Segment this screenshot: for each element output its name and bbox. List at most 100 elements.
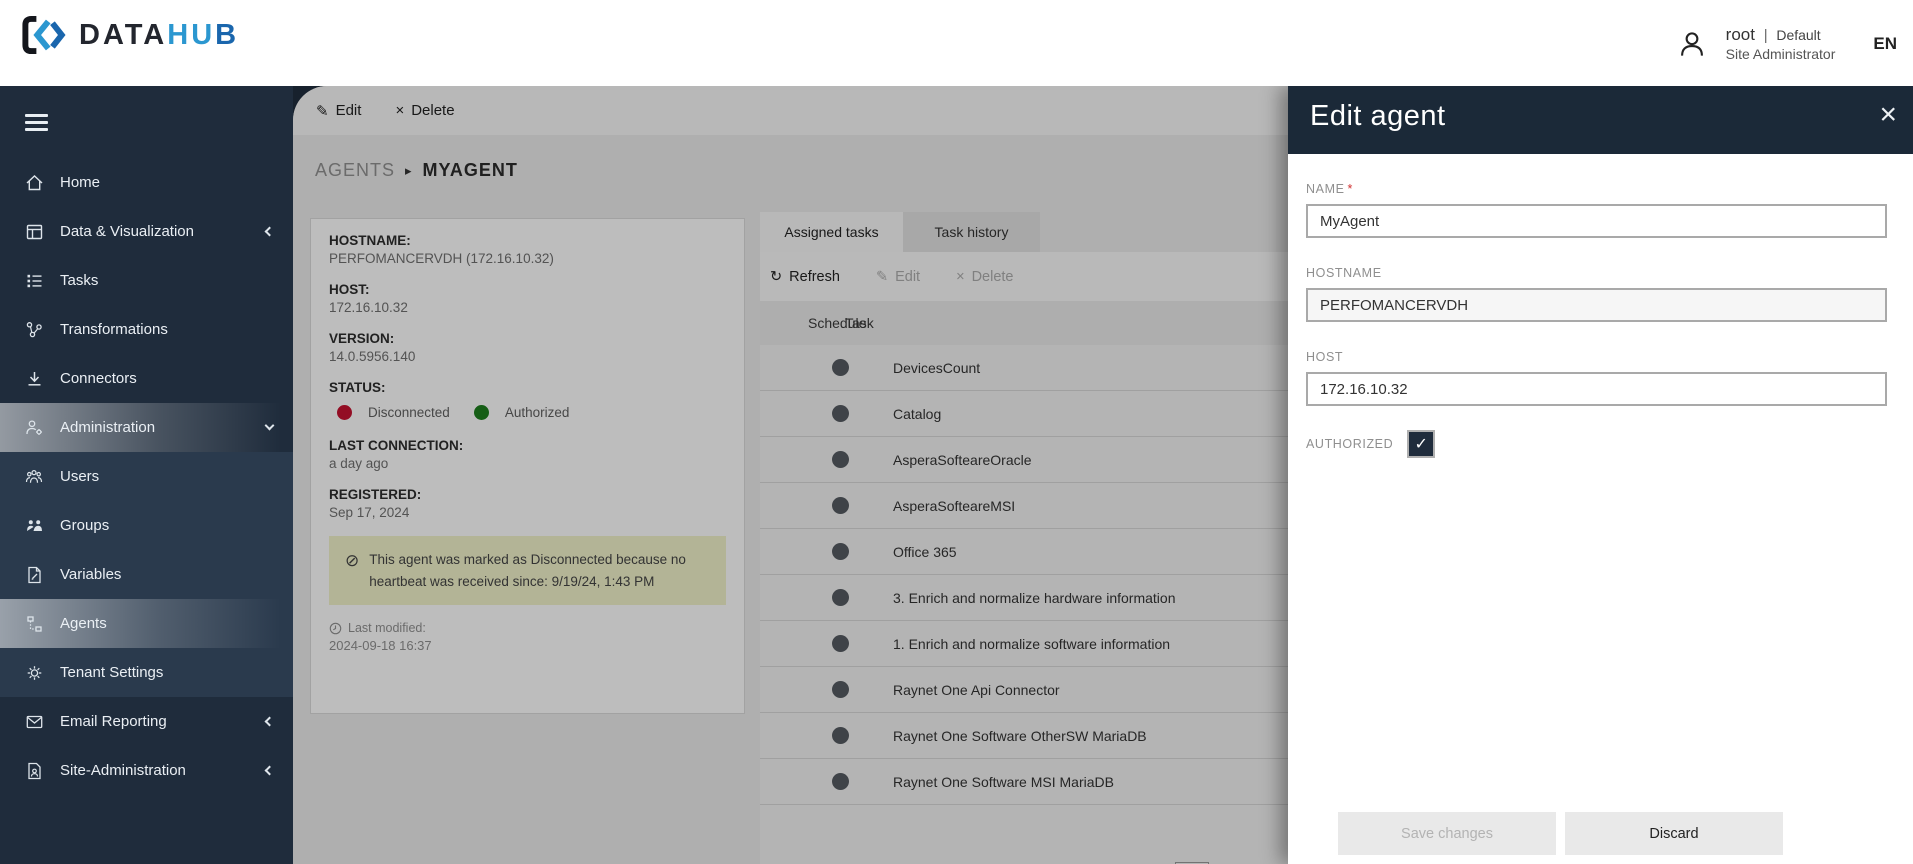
table-row[interactable]: Raynet One Api Connector xyxy=(760,667,1288,713)
sidebar-item-home[interactable]: Home xyxy=(0,158,293,207)
status-disconnected-dot xyxy=(337,405,352,420)
sidebar-item-administration[interactable]: Administration xyxy=(0,403,293,452)
discard-button[interactable]: Discard xyxy=(1565,812,1783,855)
sidebar-item-variables[interactable]: Variables xyxy=(0,550,293,599)
edit-agent-form: NAME* HOSTNAME HOST AUTHORIZED ✓ xyxy=(1288,154,1913,458)
dashboard-icon xyxy=(26,224,43,239)
edit-task-button[interactable]: ✎ Edit xyxy=(876,269,920,285)
schedule-dot-icon xyxy=(832,405,849,422)
checkmark-icon: ✓ xyxy=(1414,436,1428,453)
registered-label: REGISTERED: xyxy=(329,487,422,502)
breadcrumb: AGENTS ▸ MYAGENT xyxy=(315,160,518,181)
last-connection-value: a day ago xyxy=(329,456,389,471)
save-changes-button[interactable]: Save changes xyxy=(1338,812,1556,855)
delete-agent-button[interactable]: × Delete xyxy=(395,102,454,119)
menu-toggle-button[interactable] xyxy=(0,86,293,158)
warning-slash-icon: ⊘ xyxy=(345,551,360,570)
tab-assigned-tasks[interactable]: Assigned tasks xyxy=(760,212,903,252)
disconnected-warning: ⊘ This agent was marked as Disconnected … xyxy=(329,536,726,606)
authorized-checkbox[interactable]: ✓ xyxy=(1407,430,1436,458)
user-box[interactable]: root | Default Site Administrator EN xyxy=(1678,24,1897,63)
edit-agent-panel-header: Edit agent × xyxy=(1288,86,1913,154)
tab-task-history[interactable]: Task history xyxy=(903,212,1040,252)
required-asterisk: * xyxy=(1347,182,1353,196)
sidebar-item-email-reporting[interactable]: Email Reporting xyxy=(0,697,293,746)
table-row[interactable]: AsperaSofteareMSI xyxy=(760,483,1288,529)
table-row[interactable]: 3. Enrich and normalize hardware informa… xyxy=(760,575,1288,621)
status-label: STATUS: xyxy=(329,380,386,395)
user-avatar-icon xyxy=(1680,31,1703,56)
last-modified-value: 2024-09-18 16:37 xyxy=(329,638,432,654)
breadcrumb-agents[interactable]: AGENTS xyxy=(315,160,395,181)
table-row[interactable]: Raynet One Software OtherSW MariaDB xyxy=(760,713,1288,759)
version-value: 14.0.5956.140 xyxy=(329,349,416,364)
sidebar-item-connectors[interactable]: Connectors xyxy=(0,354,293,403)
schedule-dot-icon xyxy=(832,681,849,698)
tasks-toolbar: ↻ Refresh ✎ Edit × Delete xyxy=(760,252,1288,301)
sidebar-item-tasks[interactable]: Tasks xyxy=(0,256,293,305)
schedule-dot-icon xyxy=(832,451,849,468)
name-field[interactable] xyxy=(1306,204,1887,238)
administration-icon xyxy=(26,419,42,435)
schedule-dot-icon xyxy=(832,773,849,790)
table-row[interactable]: AsperaSofteareOracle xyxy=(760,437,1288,483)
chevron-left-icon xyxy=(264,226,275,237)
refresh-button[interactable]: ↻ Refresh xyxy=(770,269,840,285)
delete-x-icon: × xyxy=(956,268,965,285)
last-connection-label: LAST CONNECTION: xyxy=(329,438,464,453)
table-row[interactable]: Raynet One Software MSI MariaDB xyxy=(760,759,1288,805)
brand-logo[interactable]: DATAHUB xyxy=(22,12,239,58)
tasks-tabs: Assigned tasks Task history xyxy=(760,212,1040,252)
chevron-left-icon xyxy=(264,716,275,727)
authorized-label: AUTHORIZED xyxy=(1306,437,1394,451)
name-field-label: NAME * xyxy=(1306,182,1353,196)
brand-wordmark: DATAHUB xyxy=(79,18,240,51)
table-row[interactable]: DevicesCount xyxy=(760,345,1288,391)
sidebar-item-site-administration[interactable]: Site-Administration xyxy=(0,746,293,795)
authorized-row: AUTHORIZED ✓ xyxy=(1306,430,1895,458)
sidebar-item-groups[interactable]: Groups xyxy=(0,501,293,550)
app-root: DATAHUB root | Default Site Administrato… xyxy=(0,0,1913,864)
pencil-icon: ✎ xyxy=(316,102,329,120)
hamburger-icon xyxy=(25,110,48,135)
last-modified-label: Last modified: xyxy=(348,621,426,636)
table-row[interactable]: 1. Enrich and normalize software informa… xyxy=(760,621,1288,667)
sidebar-item-data-visualization[interactable]: Data & Visualization xyxy=(0,207,293,256)
hostname-field[interactable] xyxy=(1306,288,1887,322)
refresh-icon: ↻ xyxy=(770,268,783,285)
column-schedule: Schedule xyxy=(808,315,867,331)
schedule-dot-icon xyxy=(832,359,849,376)
sidebar-item-transformations[interactable]: Transformations xyxy=(0,305,293,354)
table-row[interactable]: Catalog xyxy=(760,391,1288,437)
transformations-icon xyxy=(26,321,42,337)
user-tenant: Default xyxy=(1776,27,1821,43)
sidebar-item-tenant-settings[interactable]: Tenant Settings xyxy=(0,648,293,697)
delete-x-icon: × xyxy=(395,102,405,119)
host-value: 172.16.10.32 xyxy=(329,300,408,315)
hostname-label: HOSTNAME: xyxy=(329,233,411,248)
status-authorized-dot xyxy=(473,405,489,420)
delete-task-button[interactable]: × Delete xyxy=(956,269,1013,285)
language-selector[interactable]: EN xyxy=(1873,34,1897,54)
tasks-body: ↻ Refresh ✎ Edit × Delete Schedule Task Dev… xyxy=(760,252,1288,864)
sidebar-item-users[interactable]: Users xyxy=(0,452,293,501)
agents-icon xyxy=(27,615,42,632)
sidebar: Home Data & Visualization Tasks Transfor… xyxy=(0,86,293,864)
tasks-list-icon xyxy=(27,274,42,287)
breadcrumb-current: MYAGENT xyxy=(422,160,518,180)
close-icon[interactable]: × xyxy=(1879,94,1897,136)
schedule-dot-icon xyxy=(832,727,849,744)
status-disconnected-label: Disconnected xyxy=(368,405,450,420)
hostname-field-label: HOSTNAME xyxy=(1306,266,1382,280)
pencil-icon: ✎ xyxy=(875,268,889,285)
edit-agent-panel: Edit agent × NAME* HOSTNAME HOST AUTHORI… xyxy=(1288,86,1913,864)
hostname-value: PERFOMANCERVDH (172.16.10.32) xyxy=(329,251,554,266)
edit-agent-button[interactable]: ✎ Edit xyxy=(316,102,361,120)
host-label: HOST: xyxy=(329,282,370,297)
column-task: Task xyxy=(845,315,874,331)
table-row[interactable]: Office 365 xyxy=(760,529,1288,575)
sidebar-item-agents[interactable]: Agents xyxy=(0,599,293,648)
users-icon xyxy=(25,469,43,483)
host-field[interactable] xyxy=(1306,372,1887,406)
tasks-panel: Assigned tasks Task history ↻ Refresh ✎ Ed… xyxy=(760,212,1288,864)
